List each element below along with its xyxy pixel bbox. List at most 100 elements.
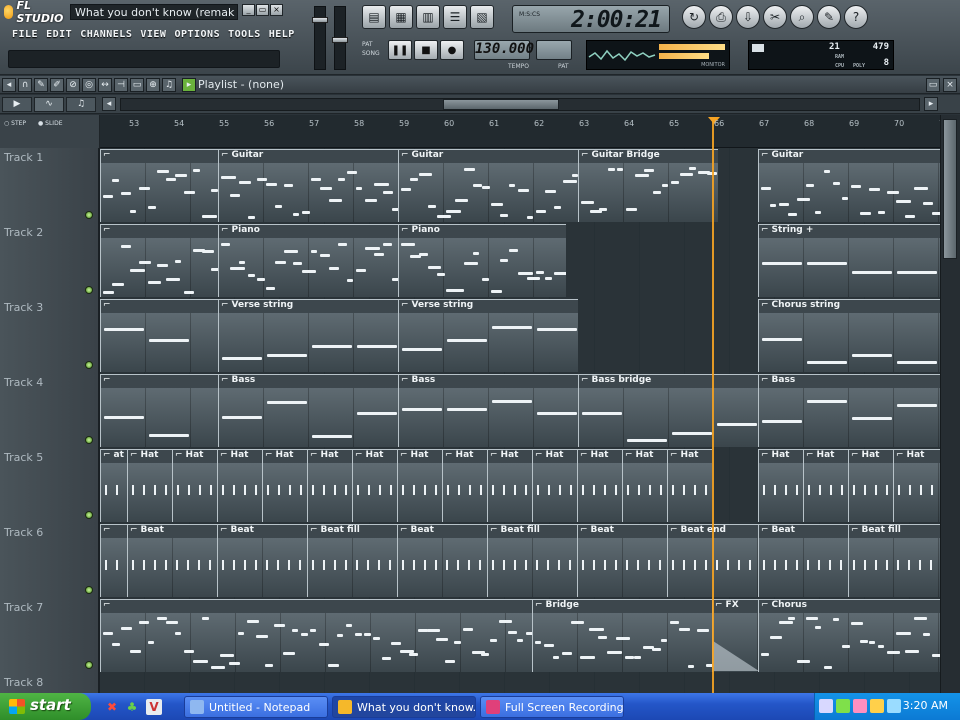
track-mute-led-icon[interactable] (85, 286, 93, 294)
close-icon[interactable]: × (943, 78, 957, 92)
track-header[interactable]: Track 3 (0, 298, 100, 373)
pattern-clip[interactable]: Verse string (218, 299, 398, 372)
pattern-clip[interactable]: Beat (217, 524, 307, 597)
scroll-left-icon[interactable]: ◂ (102, 97, 116, 111)
close-icon[interactable]: × (270, 4, 283, 16)
menu-options[interactable]: OPTIONS (170, 27, 224, 45)
zoom-icon[interactable]: ⊕ (146, 78, 160, 92)
pattern-clip[interactable]: Hat (532, 449, 577, 522)
fader-handle[interactable] (332, 37, 348, 43)
pattern-clip[interactable]: Hat (307, 449, 352, 522)
cut-icon[interactable]: ✂ (763, 5, 787, 29)
menu-tools[interactable]: TOOLS (224, 27, 265, 45)
pattern-clip[interactable]: Chorus string (758, 299, 940, 372)
pattern-clip[interactable]: at (100, 449, 127, 522)
tab-automation[interactable]: ∿ (34, 97, 64, 112)
pat-song-switch[interactable]: PAT SONG (362, 40, 380, 58)
pattern-clip[interactable]: Guitar (758, 149, 940, 222)
pattern-clip[interactable]: Beat (577, 524, 667, 597)
menu-channels[interactable]: CHANNELS (76, 27, 136, 45)
pattern-clip[interactable]: Hat (217, 449, 262, 522)
master-volume-fader[interactable] (312, 6, 328, 70)
song-position-display[interactable]: M:S:CS 2:00:21 (512, 5, 670, 33)
save-icon[interactable]: ⎙ (709, 5, 733, 29)
pattern-clip[interactable] (100, 224, 218, 297)
track-lane[interactable]: GuitarGuitarGuitar BridgeGuitar (100, 148, 940, 223)
track-lane[interactable] (100, 673, 940, 693)
master-pitch-fader[interactable] (332, 6, 348, 70)
pattern-clip[interactable]: Hat (442, 449, 487, 522)
scroll-thumb[interactable] (443, 99, 559, 110)
pattern-clip[interactable]: Bass bridge (578, 374, 758, 447)
pattern-clip[interactable]: Verse string (398, 299, 578, 372)
pattern-clip[interactable]: Hat (397, 449, 442, 522)
pattern-clip[interactable]: Beat (758, 524, 848, 597)
task-recording[interactable]: Full Screen Recording (480, 696, 624, 718)
slip-icon[interactable]: ↔ (98, 78, 112, 92)
brush-icon[interactable]: ✐ (50, 78, 64, 92)
slice-icon[interactable]: ⊣ (114, 78, 128, 92)
pattern-clip[interactable]: Bass (758, 374, 940, 447)
task-notepad[interactable]: Untitled - Notepad (184, 696, 328, 718)
track-lane[interactable]: BassBassBass bridgeBass (100, 373, 940, 448)
pattern-clip[interactable]: Piano (398, 224, 566, 297)
menu-arrow-icon[interactable]: ◂ (2, 78, 16, 92)
pattern-clip[interactable]: Guitar (218, 149, 398, 222)
pattern-clip[interactable]: Bass (398, 374, 578, 447)
track-mute-led-icon[interactable] (85, 511, 93, 519)
track-header[interactable]: Track 4 (0, 373, 100, 448)
pattern-clip[interactable]: Bass (218, 374, 398, 447)
pattern-selector[interactable] (536, 40, 572, 60)
pattern-clip[interactable]: Hat (262, 449, 307, 522)
pattern-clip[interactable]: Guitar (398, 149, 578, 222)
playback-icon[interactable]: ♫ (162, 78, 176, 92)
tray-icon[interactable] (819, 699, 833, 713)
help-icon[interactable]: ? (844, 5, 868, 29)
tab-audio[interactable]: ♫ (66, 97, 96, 112)
pattern-clip[interactable] (100, 149, 218, 222)
pattern-clip[interactable] (100, 374, 218, 447)
menu-edit[interactable]: EDIT (42, 27, 76, 45)
menu-file[interactable]: FILE (8, 27, 42, 45)
pattern-clip[interactable]: Bridge (532, 599, 712, 672)
tempo-display[interactable]: 130.000 (474, 40, 534, 60)
pattern-clip[interactable]: Hat (352, 449, 397, 522)
step-sequencer-icon[interactable]: ▦ (389, 5, 413, 29)
pause-icon[interactable]: ❚❚ (388, 40, 412, 60)
piano-roll-icon[interactable]: ▥ (416, 5, 440, 29)
pattern-clip[interactable]: Piano (218, 224, 398, 297)
track-lane[interactable]: PianoPiano String + (100, 223, 940, 298)
track-lane[interactable]: BridgeFXChorus (100, 598, 940, 673)
pencil-icon[interactable]: ✎ (34, 78, 48, 92)
start-button[interactable]: start (0, 693, 91, 720)
playlist-icon[interactable]: ▤ (362, 5, 386, 29)
bar-ruler[interactable]: 5354555657585960616263646566676869707 (100, 115, 944, 148)
pattern-clip[interactable]: Beat fill (487, 524, 577, 597)
scroll-thumb[interactable] (943, 119, 957, 259)
tray-icon[interactable] (887, 699, 901, 713)
pattern-clip[interactable] (100, 599, 532, 672)
fl-studio-logo[interactable]: FL STUDIO (4, 0, 68, 25)
minimize-icon[interactable]: _ (242, 4, 255, 16)
playlist-title[interactable]: Playlist - (none) (198, 78, 284, 91)
pattern-clip[interactable]: String + (758, 224, 940, 297)
restore-icon[interactable]: ▭ (256, 4, 269, 16)
track-header[interactable]: Track 5 (0, 448, 100, 523)
mixer-icon[interactable]: ▧ (470, 5, 494, 29)
track-mute-led-icon[interactable] (85, 436, 93, 444)
pattern-clip[interactable]: Beat fill (307, 524, 397, 597)
tray-icon[interactable] (853, 699, 867, 713)
track-lane[interactable]: Verse stringVerse string Chorus string (100, 298, 940, 373)
pattern-clip[interactable] (100, 524, 127, 597)
track-header[interactable]: Track 7 (0, 598, 100, 673)
task-fl-studio[interactable]: What you don't know... (332, 696, 476, 718)
search-icon[interactable]: ⌕ (790, 5, 814, 29)
tab-pattern[interactable]: ▶ (2, 97, 32, 112)
track-lane[interactable]: atHatHatHatHatHatHatHatHatHatHatHatHatHa… (100, 448, 940, 523)
pattern-clip[interactable]: Chorus (758, 599, 940, 672)
pattern-clip[interactable]: Hat (848, 449, 893, 522)
step-slide-toggle[interactable]: ○ STEP ● SLIDE (0, 115, 100, 148)
scroll-right-icon[interactable]: ▸ (924, 97, 938, 111)
pattern-clip[interactable]: Guitar Bridge (578, 149, 718, 222)
close-app-icon[interactable]: ✖ (104, 699, 120, 715)
